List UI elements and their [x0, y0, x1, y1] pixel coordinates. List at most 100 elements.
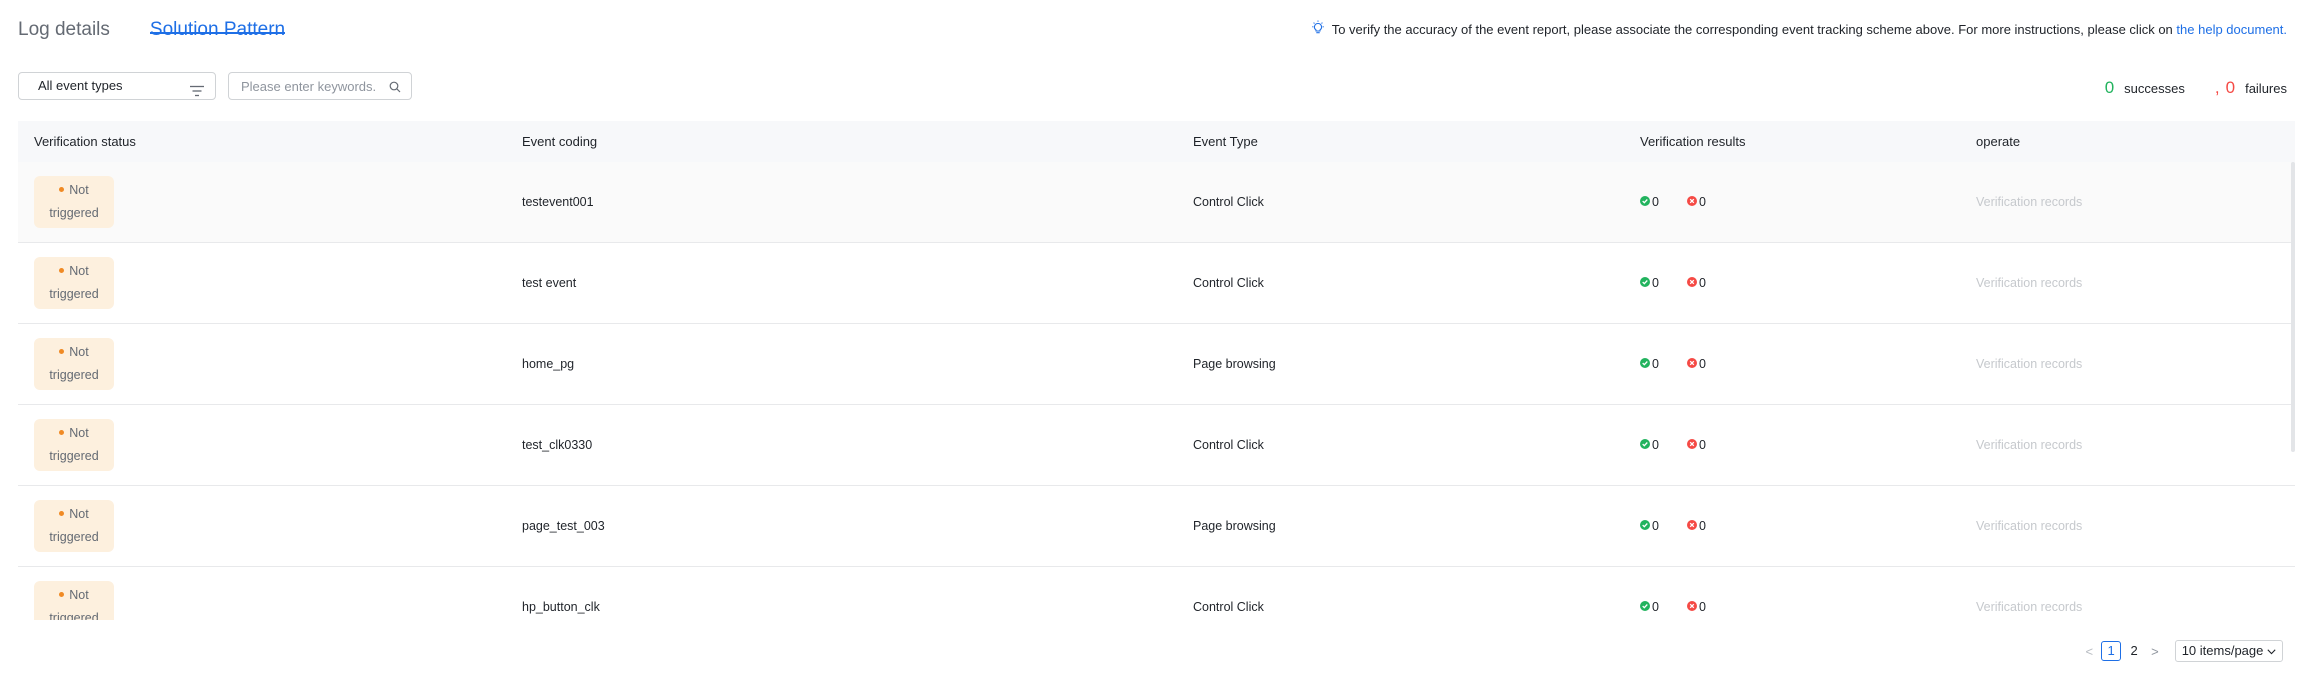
status-cell: Not triggered	[18, 257, 506, 309]
status-dot-icon	[59, 268, 65, 274]
header-verification-results: Verification results	[1640, 134, 1746, 149]
success-result: 0	[1640, 276, 1659, 290]
results-cell: 0 0	[1624, 438, 1960, 452]
status-badge: Not triggered	[34, 257, 114, 309]
success-count: 0	[1652, 519, 1659, 533]
status-dot-icon	[59, 187, 65, 193]
verification-records-link[interactable]: Verification records	[1976, 357, 2082, 371]
failure-result: 0	[1686, 357, 1706, 371]
status-dot-icon	[59, 430, 65, 436]
status-cell: Not triggered	[18, 419, 506, 471]
status-dot-icon	[59, 511, 65, 517]
event-code-cell: test_clk0330	[522, 438, 593, 452]
filter-icon	[189, 80, 205, 106]
search-icon[interactable]	[389, 80, 401, 98]
event-type-cell: Control Click	[1193, 195, 1264, 209]
status-badge: Not triggered	[34, 176, 114, 228]
header-event-type: Event Type	[1193, 134, 1258, 149]
success-count: 0	[1652, 438, 1659, 452]
check-circle-icon	[1640, 276, 1652, 290]
event-code-cell: page_test_003	[522, 519, 605, 533]
results-cell: 0 0	[1624, 519, 1960, 533]
close-circle-icon	[1686, 195, 1699, 209]
table-row: Not triggered testevent001 Control Click…	[18, 162, 2295, 243]
failures-count: 0	[2225, 78, 2236, 97]
table-row: Not triggered home_pg Page browsing 0 0 …	[18, 324, 2295, 405]
event-type-select[interactable]: All event types	[18, 72, 216, 100]
search-input[interactable]	[239, 73, 383, 99]
verification-records-link[interactable]: Verification records	[1976, 438, 2082, 452]
verification-records-link[interactable]: Verification records	[1976, 195, 2082, 209]
page-2-button[interactable]: 2	[2125, 642, 2143, 660]
help-tip: To verify the accuracy of the event repo…	[1310, 20, 2287, 39]
event-code-cell: testevent001	[522, 195, 594, 209]
status-cell: Not triggered	[18, 500, 506, 552]
event-type-cell: Page browsing	[1193, 519, 1276, 533]
failure-count: 0	[1698, 195, 1706, 209]
tab-log-details[interactable]: Log details	[18, 0, 110, 56]
status-badge: Not triggered	[34, 419, 114, 471]
verification-records-link[interactable]: Verification records	[1976, 276, 2082, 290]
failure-result: 0	[1686, 276, 1706, 290]
failures-label: failures	[2245, 81, 2287, 96]
status-cell: Not triggered	[18, 581, 506, 620]
check-circle-icon	[1640, 600, 1652, 614]
verification-records-link[interactable]: Verification records	[1976, 519, 2082, 533]
page-1-button[interactable]: 1	[2101, 641, 2122, 661]
status-badge: Not triggered	[34, 338, 114, 390]
status-text-line1: Not	[69, 588, 89, 602]
status-cell: Not triggered	[18, 176, 506, 228]
next-page-button[interactable]: >	[2151, 644, 2159, 659]
failure-count: 0	[1698, 519, 1706, 533]
header-event-coding: Event coding	[522, 134, 598, 149]
event-code-cell: home_pg	[522, 357, 575, 371]
successes-count: 0	[2104, 78, 2115, 97]
table-row: Not triggered hp_button_clk Control Clic…	[18, 567, 2295, 620]
table-row: Not triggered test event Control Click 0…	[18, 243, 2295, 324]
failure-result: 0	[1686, 438, 1706, 452]
header-verification-status: Verification status	[34, 134, 136, 149]
success-count: 0	[1652, 276, 1659, 290]
status-text-line1: Not	[69, 264, 89, 278]
results-cell: 0 0	[1624, 357, 1960, 371]
results-cell: 0 0	[1624, 276, 1960, 290]
prev-page-button[interactable]: <	[2086, 644, 2094, 659]
success-count: 0	[1652, 195, 1659, 209]
search-box	[228, 72, 412, 100]
operate-cell: Verification records	[1960, 600, 2295, 614]
table-row: Not triggered page_test_003 Page browsin…	[18, 486, 2295, 567]
table-scrollbar[interactable]	[2291, 162, 2295, 452]
failure-count: 0	[1698, 357, 1706, 371]
status-badge: Not triggered	[34, 500, 114, 552]
event-code-cell: hp_button_clk	[522, 600, 600, 614]
success-result: 0	[1640, 195, 1659, 209]
failure-result: 0	[1686, 519, 1706, 533]
table-header: Verification status Event coding Event T…	[18, 121, 2295, 162]
status-text-line2: triggered	[49, 206, 99, 220]
failure-count: 0	[1698, 438, 1706, 452]
event-type-cell: Control Click	[1193, 600, 1264, 614]
close-circle-icon	[1686, 438, 1699, 452]
status-cell: Not triggered	[18, 338, 506, 390]
check-circle-icon	[1640, 357, 1652, 371]
operate-cell: Verification records	[1960, 438, 2295, 452]
success-result: 0	[1640, 438, 1659, 452]
close-circle-icon	[1686, 600, 1699, 614]
failure-result: 0	[1686, 600, 1706, 614]
event-table: Verification status Event coding Event T…	[18, 121, 2295, 620]
verification-records-link[interactable]: Verification records	[1976, 600, 2082, 614]
success-result: 0	[1640, 357, 1659, 371]
page-size-select[interactable]: 10 items/page	[2174, 640, 2283, 662]
tab-solution-pattern[interactable]: Solution Pattern	[149, 0, 286, 40]
status-text-line2: triggered	[49, 449, 99, 463]
status-text-line2: triggered	[49, 368, 99, 382]
status-text-line2: triggered	[49, 611, 99, 620]
status-text-line2: triggered	[49, 530, 99, 544]
success-result: 0	[1640, 519, 1659, 533]
failure-result: 0	[1686, 195, 1706, 209]
event-code-cell: test event	[522, 276, 577, 290]
status-text-line1: Not	[69, 345, 89, 359]
help-document-link[interactable]: the help document.	[2176, 22, 2287, 37]
status-dot-icon	[59, 592, 65, 598]
failure-count: 0	[1698, 276, 1706, 290]
